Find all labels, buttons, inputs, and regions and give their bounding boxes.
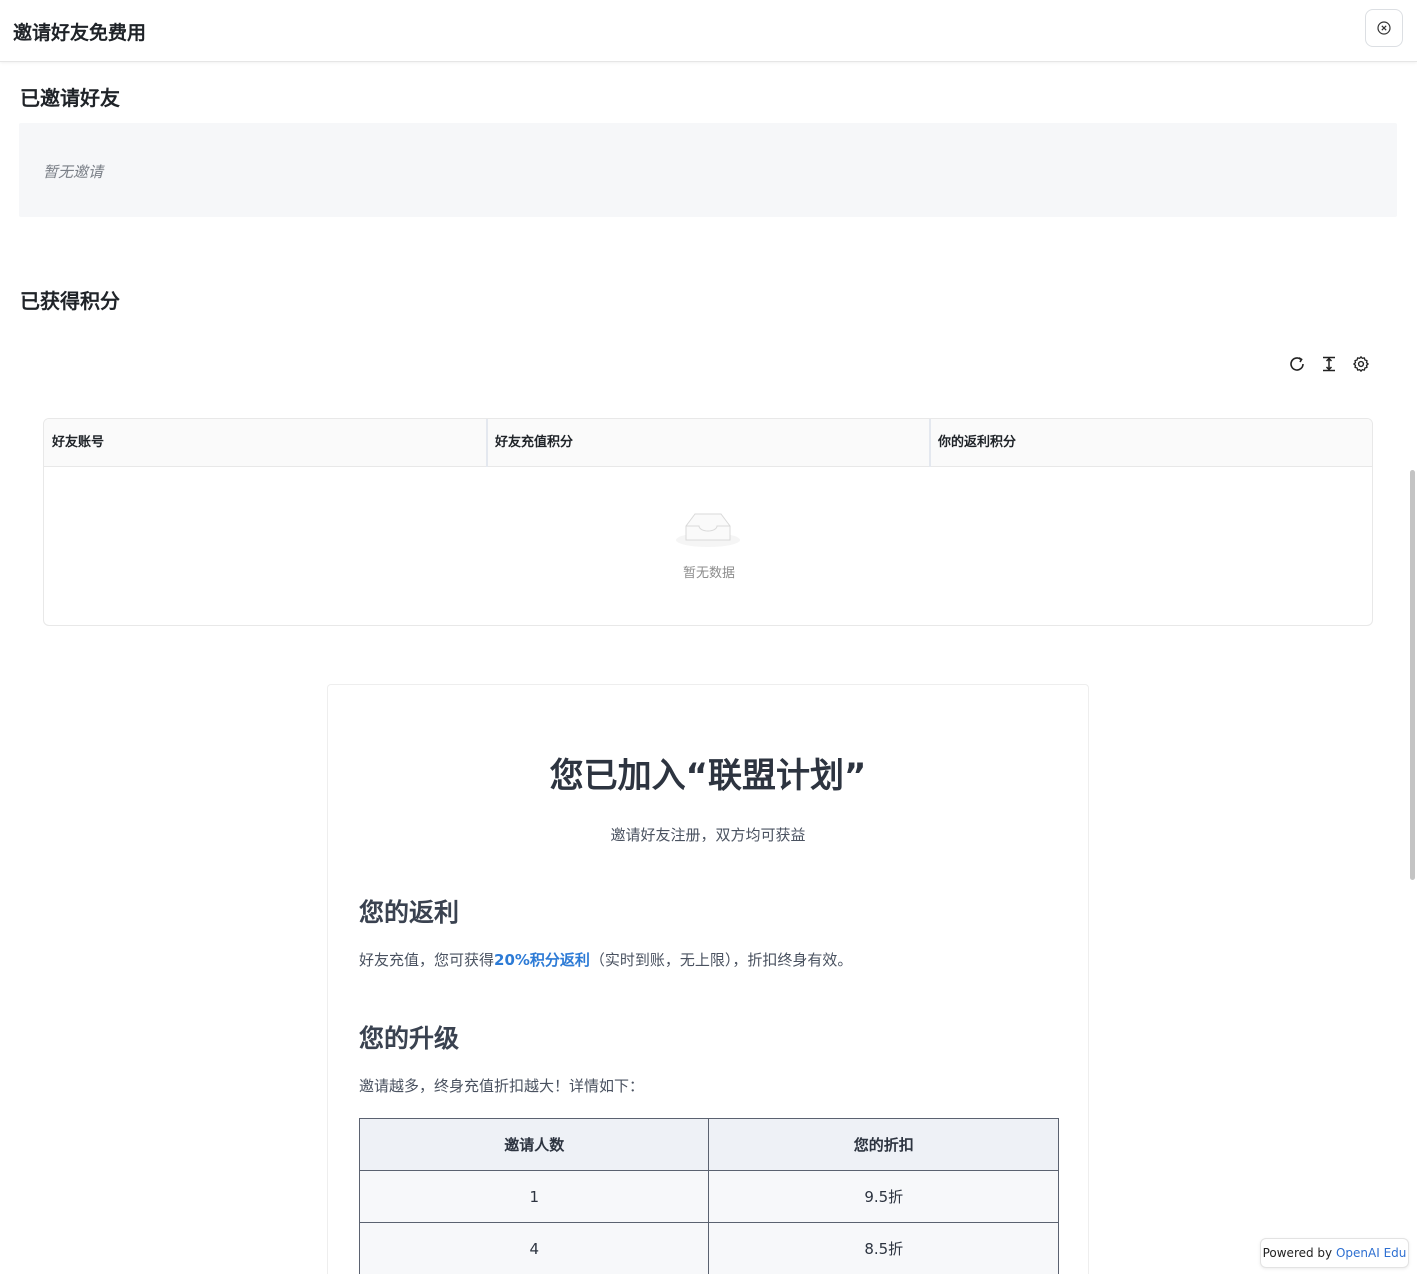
- density-button[interactable]: [1319, 354, 1339, 374]
- table-header-row: 邀请人数 您的折扣: [358, 1118, 1059, 1171]
- dialog-content[interactable]: 已邀请好友 暂无邀请 已获得积分 好友账号 好友充值积分 你的返利积分 暂无数据…: [0, 62, 1417, 1274]
- upgrade-heading: 您的升级: [359, 1024, 460, 1053]
- settings-button[interactable]: [1351, 354, 1371, 374]
- inbox-icon: [676, 513, 740, 547]
- discount-cell: 8.5折: [708, 1222, 1059, 1274]
- invite-count-cell: 1: [358, 1170, 710, 1223]
- invited-empty-text: 暂无邀请: [43, 163, 104, 181]
- powered-by-badge[interactable]: Powered by OpenAI Edu: [1260, 1238, 1409, 1268]
- column-your-rebate-points[interactable]: 你的返利积分: [930, 419, 1372, 467]
- header-invite-count: 邀请人数: [358, 1118, 710, 1171]
- rebate-text-before: 好友充值，您可获得: [359, 951, 495, 969]
- empty-text: 暂无数据: [682, 566, 735, 581]
- scrollbar-thumb[interactable]: [1410, 470, 1415, 880]
- rebate-text: 好友充值，您可获得20%积分返利（实时到账，无上限），折扣终身有效。: [359, 949, 852, 970]
- table-row: 1 9.5折: [358, 1170, 1059, 1223]
- powered-prefix: Powered by: [1262, 1246, 1336, 1260]
- column-friend-account[interactable]: 好友账号: [44, 419, 486, 467]
- discount-table: 邀请人数 您的折扣 1 9.5折 4 8.5折: [358, 1118, 1059, 1274]
- column-height-icon: [1323, 356, 1335, 372]
- table-empty-state: 暂无数据: [44, 467, 1372, 625]
- upgrade-text: 邀请越多，终身充值折扣越大！详情如下：: [359, 1077, 645, 1095]
- rebate-highlight: 20%积分返利: [494, 951, 590, 969]
- refresh-button[interactable]: [1287, 354, 1307, 374]
- table-row: 4 8.5折: [358, 1222, 1059, 1274]
- column-friend-recharge-points[interactable]: 好友充值积分: [487, 419, 930, 467]
- gear-icon: [1353, 356, 1369, 372]
- refresh-icon: [1290, 357, 1304, 371]
- points-table: 好友账号 好友充值积分 你的返利积分 暂无数据: [43, 418, 1373, 626]
- close-circle-icon: [1377, 21, 1391, 35]
- dialog-title: 邀请好友免费用: [13, 22, 147, 44]
- invited-list: 暂无邀请: [19, 123, 1397, 217]
- program-title: 您已加入“联盟计划”: [549, 756, 867, 796]
- points-table-header: 好友账号 好友充值积分 你的返利积分: [44, 419, 1372, 467]
- close-button[interactable]: [1365, 9, 1403, 47]
- points-section-title: 已获得积分: [20, 289, 120, 313]
- brand-link[interactable]: OpenAI Edu: [1336, 1246, 1406, 1260]
- header-your-discount: 您的折扣: [708, 1118, 1059, 1171]
- alliance-program-card: 您已加入“联盟计划” 邀请好友注册，双方均可获益 您的返利 好友充值，您可获得2…: [327, 684, 1089, 1274]
- invite-count-cell: 4: [358, 1222, 710, 1274]
- discount-cell: 9.5折: [708, 1170, 1059, 1223]
- rebate-heading: 您的返利: [359, 898, 460, 927]
- rebate-text-after: （实时到账，无上限），折扣终身有效。: [589, 951, 853, 969]
- dialog-header: 邀请好友免费用: [0, 0, 1417, 62]
- program-subtitle: 邀请好友注册，双方均可获益: [610, 826, 806, 844]
- invited-section-title: 已邀请好友: [20, 86, 120, 110]
